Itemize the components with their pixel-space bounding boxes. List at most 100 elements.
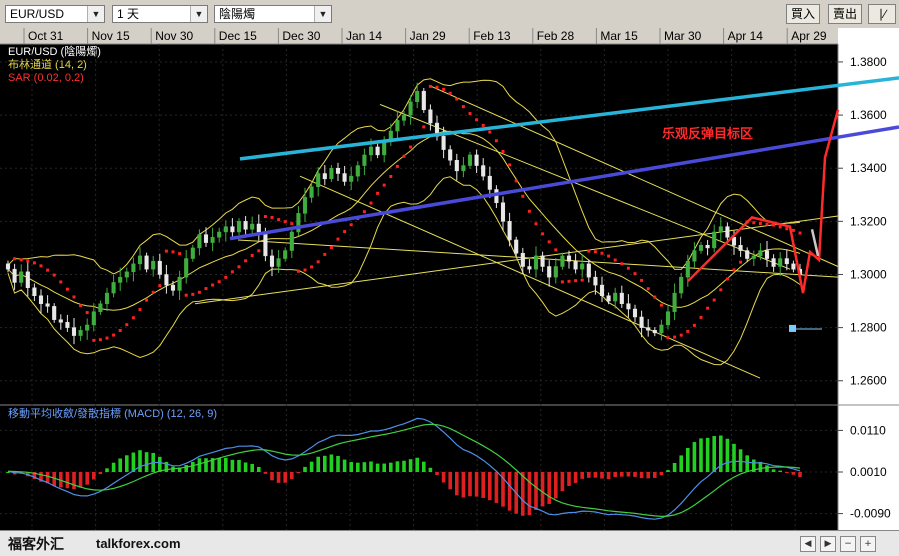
sar-dot <box>164 249 168 253</box>
candle-body <box>481 165 486 177</box>
scroll-left-icon[interactable]: ◀ <box>800 536 816 552</box>
period-select[interactable]: 1 天 ▼ <box>112 5 208 23</box>
sar-dot <box>349 223 353 227</box>
sar-dot <box>389 174 393 178</box>
chevron-down-icon[interactable]: ▼ <box>314 6 331 22</box>
macd-histogram-bar <box>349 462 353 472</box>
sar-dot <box>732 268 736 272</box>
macd-histogram-bar <box>329 454 334 472</box>
chart-style-select[interactable]: 陰陽燭 ▼ <box>214 5 332 23</box>
macd-histogram-bar <box>224 457 228 472</box>
macd-histogram-bar <box>620 472 624 477</box>
sar-dot <box>541 232 545 236</box>
macd-histogram-bar <box>725 438 730 472</box>
drawing-tools-button[interactable]: ∣∕ <box>868 4 896 24</box>
symbol-select[interactable]: EUR/USD ▼ <box>5 5 105 23</box>
sar-dot <box>719 288 723 292</box>
macd-histogram-bar <box>732 443 736 472</box>
current-price-marker <box>789 324 796 332</box>
macd-histogram-bar <box>395 461 400 472</box>
sar-dot <box>19 258 23 262</box>
candle-body <box>184 258 189 278</box>
macd-histogram-bar <box>705 437 710 472</box>
candle-body <box>335 167 341 174</box>
sar-dot <box>587 249 591 253</box>
sar-dot <box>171 250 175 254</box>
macd-histogram-bar <box>316 456 320 472</box>
candle-body <box>428 109 433 124</box>
sell-button[interactable]: 賣出 <box>828 4 862 24</box>
macd-histogram-bar <box>527 472 532 516</box>
candle-body <box>342 173 347 182</box>
brand-logo: 福客外汇 <box>8 537 64 553</box>
sar-dot <box>217 280 221 284</box>
candle-body <box>698 245 704 251</box>
sar-dot <box>547 240 551 244</box>
sar-dot <box>125 323 129 327</box>
macd-histogram-bar <box>507 472 512 511</box>
zoom-out-icon[interactable]: − <box>840 536 856 552</box>
sar-dot <box>323 252 327 256</box>
sar-dot <box>250 253 254 257</box>
macd-histogram-bar <box>362 462 367 472</box>
sar-dot <box>791 228 795 232</box>
macd-histogram-bar <box>276 472 281 483</box>
candle-body <box>368 146 374 156</box>
sar-dot <box>527 209 531 213</box>
sar-dot <box>508 163 512 167</box>
candle-body <box>454 159 459 172</box>
candle-body <box>5 263 11 270</box>
macd-histogram-bar <box>639 472 644 479</box>
sar-dot <box>613 258 617 262</box>
candle-body <box>316 173 321 188</box>
sar-dot <box>52 273 56 277</box>
chevron-down-icon[interactable]: ▼ <box>190 6 207 22</box>
macd-histogram-bar <box>613 472 617 477</box>
macd-histogram-bar <box>468 472 472 497</box>
sar-dot <box>758 222 762 226</box>
sar-dot <box>336 237 340 241</box>
macd-histogram-bar <box>692 442 697 472</box>
sar-dot <box>666 336 670 340</box>
macd-histogram-bar <box>488 472 492 501</box>
candle-body <box>157 260 162 275</box>
sar-dot <box>521 194 525 198</box>
legend-sar: SAR (0.02, 0.2) <box>8 72 84 84</box>
sar-dot <box>402 154 406 158</box>
chevron-down-icon[interactable]: ▼ <box>87 6 104 22</box>
sar-dot <box>316 260 320 264</box>
sar-dot <box>409 145 413 149</box>
macd-histogram-bar <box>270 472 274 481</box>
sar-dot <box>72 295 76 299</box>
sar-dot <box>362 210 366 214</box>
sar-dot <box>765 222 769 226</box>
macd-histogram-bar <box>600 472 604 479</box>
candle-body <box>725 226 730 238</box>
sar-dot <box>501 149 505 153</box>
macd-tick-label: -0.0090 <box>850 507 891 521</box>
macd-histogram-bar <box>521 472 525 516</box>
sar-dot <box>39 264 43 268</box>
macd-histogram-bar <box>448 472 452 490</box>
candle-body <box>560 255 565 267</box>
sar-dot <box>79 304 83 308</box>
macd-histogram-bar <box>422 461 426 472</box>
sar-dot <box>435 85 439 89</box>
macd-histogram-bar <box>92 472 96 480</box>
macd-histogram-bar <box>435 472 439 475</box>
date-tick-label: Feb 28 <box>537 29 575 43</box>
candle-body <box>692 250 697 262</box>
date-tick-label: Nov 15 <box>92 29 130 43</box>
buy-button[interactable]: 買入 <box>786 4 820 24</box>
macd-histogram-bar <box>323 455 327 472</box>
site-name: talkforex.com <box>96 536 181 551</box>
macd-histogram-bar <box>415 457 419 472</box>
sar-dot <box>692 323 696 327</box>
candle-body <box>599 284 605 296</box>
scroll-right-icon[interactable]: ▶ <box>820 536 836 552</box>
zoom-in-icon[interactable]: + <box>860 536 876 552</box>
sar-dot <box>26 259 30 263</box>
macd-histogram-bar <box>105 468 109 472</box>
candle-body <box>566 255 572 262</box>
sar-dot <box>554 248 558 252</box>
